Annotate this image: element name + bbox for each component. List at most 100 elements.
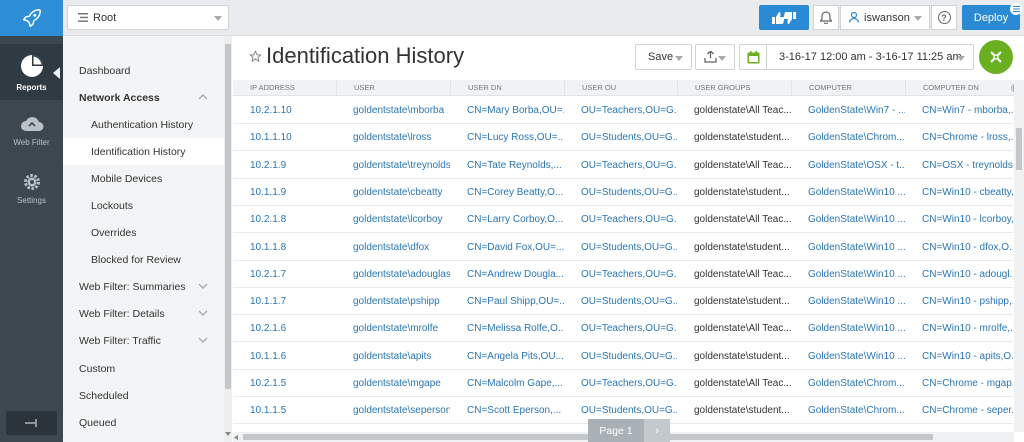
cell-user-ou[interactable]: OU=Teachers,OU=G... <box>564 370 677 397</box>
sidebar-item-mobile-devices[interactable]: Mobile Devices <box>63 165 224 192</box>
cell-user-dn[interactable]: CN=Larry Corboy,O... <box>450 206 564 233</box>
table-row[interactable]: 10.2.1.7 goldentstate\adouglas CN=Andrew D… <box>233 261 1013 288</box>
cell-user[interactable]: goldentstate\cbeatty <box>336 179 450 206</box>
notifications-button[interactable] <box>813 5 839 30</box>
table-row[interactable]: 10.2.1.8 goldentstate\lcorboy CN=Larry Cor… <box>233 206 1013 234</box>
sidebar-item-blocked-for-review[interactable]: Blocked for Review <box>63 246 224 273</box>
cell-user-dn[interactable]: CN=Mary Borba,OU=... <box>450 97 564 124</box>
sidebar-item-web-filter-details[interactable]: Web Filter: Details <box>63 300 224 327</box>
cell-user[interactable]: goldentstate\pshipp <box>336 288 450 315</box>
cell-ip-address[interactable]: 10.1.1.9 <box>233 179 336 206</box>
cell-user[interactable]: goldentstate\mborba <box>336 97 450 124</box>
table-row[interactable]: 10.1.1.10 goldentstate\lross CN=Lucy Ross,… <box>233 124 1013 152</box>
cell-computer-dn[interactable]: CN=Win10 - apits,O... <box>905 343 1013 370</box>
cell-computer-dn[interactable]: CN=Win10 - lcorboy,... <box>905 206 1013 233</box>
column-header-ip-address[interactable]: IP Address <box>233 80 336 96</box>
sidebar-item-queued[interactable]: Queued <box>63 409 224 436</box>
cell-user[interactable]: goldentstate\apits <box>336 343 450 370</box>
cell-computer[interactable]: GoldenState\Chrom... <box>791 370 905 397</box>
sidebar-item-custom[interactable]: Custom <box>63 355 224 382</box>
cell-computer[interactable]: GoldenState\OSX - t... <box>791 152 905 179</box>
cell-computer-dn[interactable]: CN=Win10 - mrolfe,... <box>905 315 1013 342</box>
cell-user-ou[interactable]: OU=Students,OU=G... <box>564 343 677 370</box>
cell-computer[interactable]: GoldenState\Win10 ... <box>791 288 905 315</box>
cell-computer-dn[interactable]: CN=Chrome - mgap... <box>905 370 1013 397</box>
user-menu[interactable]: iswanson <box>840 5 930 30</box>
star-icon[interactable] <box>249 50 262 63</box>
scroll-left-icon[interactable] <box>234 435 238 440</box>
sidebar-item-identification-history[interactable]: Identification History <box>63 138 224 165</box>
collapse-rail-button[interactable] <box>6 411 57 435</box>
cell-user-ou[interactable]: OU=Teachers,OU=G... <box>564 261 677 288</box>
cell-ip-address[interactable]: 10.2.1.9 <box>233 152 336 179</box>
cell-user-ou[interactable]: OU=Students,OU=G... <box>564 234 677 261</box>
deploy-button[interactable]: Deploy <box>962 3 1022 30</box>
sidebar-item-lockouts[interactable]: Lockouts <box>63 192 224 219</box>
next-page-button[interactable]: › <box>644 419 670 442</box>
sidebar-item-scheduled[interactable]: Scheduled <box>63 382 224 409</box>
cell-computer-dn[interactable]: CN=OSX - treynolds... <box>905 152 1013 179</box>
vertical-scrollbar-thumb[interactable] <box>1016 128 1022 170</box>
cell-computer[interactable]: GoldenState\Win10 ... <box>791 179 905 206</box>
cell-user[interactable]: goldentstate\seperson <box>336 397 450 424</box>
column-header-computer-dn[interactable]: Computer DN <box>905 80 1013 96</box>
table-row[interactable]: 10.2.1.5 goldentstate\mgape CN=Malcolm Gap… <box>233 370 1013 397</box>
column-header-user-ou[interactable]: User OU <box>564 80 677 96</box>
cell-computer-dn[interactable]: CN=Win10 - cbeatty,... <box>905 179 1013 206</box>
cell-user-ou[interactable]: OU=Teachers,OU=G... <box>564 206 677 233</box>
tools-button[interactable] <box>979 40 1013 74</box>
sidebar-scrollbar-thumb[interactable] <box>225 44 231 389</box>
cell-computer[interactable]: GoldenState\Chrom... <box>791 397 905 424</box>
column-header-user-groups[interactable]: User Groups <box>677 80 791 96</box>
sidebar-scrollbar[interactable] <box>224 36 232 442</box>
cell-user-ou[interactable]: OU=Students,OU=G... <box>564 124 677 151</box>
cell-computer-dn[interactable]: CN=Win10 - pshipp,... <box>905 288 1013 315</box>
date-range-picker[interactable]: 3-16-17 12:00 am - 3-16-17 11:25 am <box>766 44 974 70</box>
save-button[interactable]: Save <box>635 44 692 70</box>
page-indicator[interactable]: Page 1 <box>588 419 644 442</box>
cell-user[interactable]: goldentstate\lross <box>336 124 450 151</box>
table-row[interactable]: 10.1.1.6 goldentstate\apits CN=Angela Pits… <box>233 343 1013 370</box>
cell-computer-dn[interactable]: CN=Chrome - seper... <box>905 397 1013 424</box>
cell-user-dn[interactable]: CN=Melissa Rolfe,O... <box>450 315 564 342</box>
sidebar-item-overrides[interactable]: Overrides <box>63 219 224 246</box>
cell-user-ou[interactable]: OU=Teachers,OU=G... <box>564 152 677 179</box>
column-header-computer[interactable]: Computer <box>791 80 905 96</box>
sidebar-item-network-access[interactable]: Network Access <box>63 84 224 111</box>
cell-computer-dn[interactable]: CN=Win7 - mborba,... <box>905 97 1013 124</box>
cell-computer[interactable]: GoldenState\Win7 - ... <box>791 97 905 124</box>
cell-user-ou[interactable]: OU=Students,OU=G... <box>564 288 677 315</box>
cell-user-ou[interactable]: OU=Teachers,OU=G... <box>564 315 677 342</box>
cell-user-dn[interactable]: CN=Malcolm Gape,... <box>450 370 564 397</box>
cell-computer[interactable]: GoldenState\Chrom... <box>791 124 905 151</box>
help-button[interactable]: ? <box>931 5 957 30</box>
cell-user[interactable]: goldentstate\adouglas <box>336 261 450 288</box>
cell-ip-address[interactable]: 10.2.1.5 <box>233 370 336 397</box>
cell-ip-address[interactable]: 10.2.1.6 <box>233 315 336 342</box>
column-header-user-dn[interactable]: User DN <box>450 80 564 96</box>
cell-user-dn[interactable]: CN=David Fox,OU=... <box>450 234 564 261</box>
calendar-button[interactable] <box>739 44 767 70</box>
cell-ip-address[interactable]: 10.2.1.10 <box>233 97 336 124</box>
table-row[interactable]: 10.1.1.9 goldentstate\cbeatty CN=Corey Bea… <box>233 179 1013 206</box>
table-row[interactable]: 10.2.1.10 goldentstate\mborba CN=Mary Borb… <box>233 97 1013 124</box>
export-button[interactable] <box>695 44 735 70</box>
cell-computer[interactable]: GoldenState\Win10 ... <box>791 206 905 233</box>
sidebar-item-web-filter-summaries[interactable]: Web Filter: Summaries <box>63 273 224 300</box>
cell-ip-address[interactable]: 10.1.1.6 <box>233 343 336 370</box>
table-row[interactable]: 10.1.1.8 goldentstate\dfox CN=David Fox,OU… <box>233 234 1013 261</box>
cell-ip-address[interactable]: 10.2.1.8 <box>233 206 336 233</box>
cell-computer[interactable]: GoldenState\Win10 ... <box>791 234 905 261</box>
app-logo[interactable] <box>0 0 63 36</box>
cell-ip-address[interactable]: 10.1.1.8 <box>233 234 336 261</box>
cell-user[interactable]: goldentstate\treynolds <box>336 152 450 179</box>
cell-computer-dn[interactable]: CN=Win10 - adougl... <box>905 261 1013 288</box>
cell-user-ou[interactable]: OU=Teachers,OU=G... <box>564 97 677 124</box>
cell-ip-address[interactable]: 10.1.1.7 <box>233 288 336 315</box>
cell-computer[interactable]: GoldenState\Win10 ... <box>791 315 905 342</box>
root-selector[interactable]: Root <box>67 5 229 30</box>
column-header-user[interactable]: User <box>336 80 450 96</box>
cell-ip-address[interactable]: 10.1.1.5 <box>233 397 336 424</box>
sidebar-item-dashboard[interactable]: Dashboard <box>63 57 224 84</box>
cell-user[interactable]: goldentstate\mgape <box>336 370 450 397</box>
